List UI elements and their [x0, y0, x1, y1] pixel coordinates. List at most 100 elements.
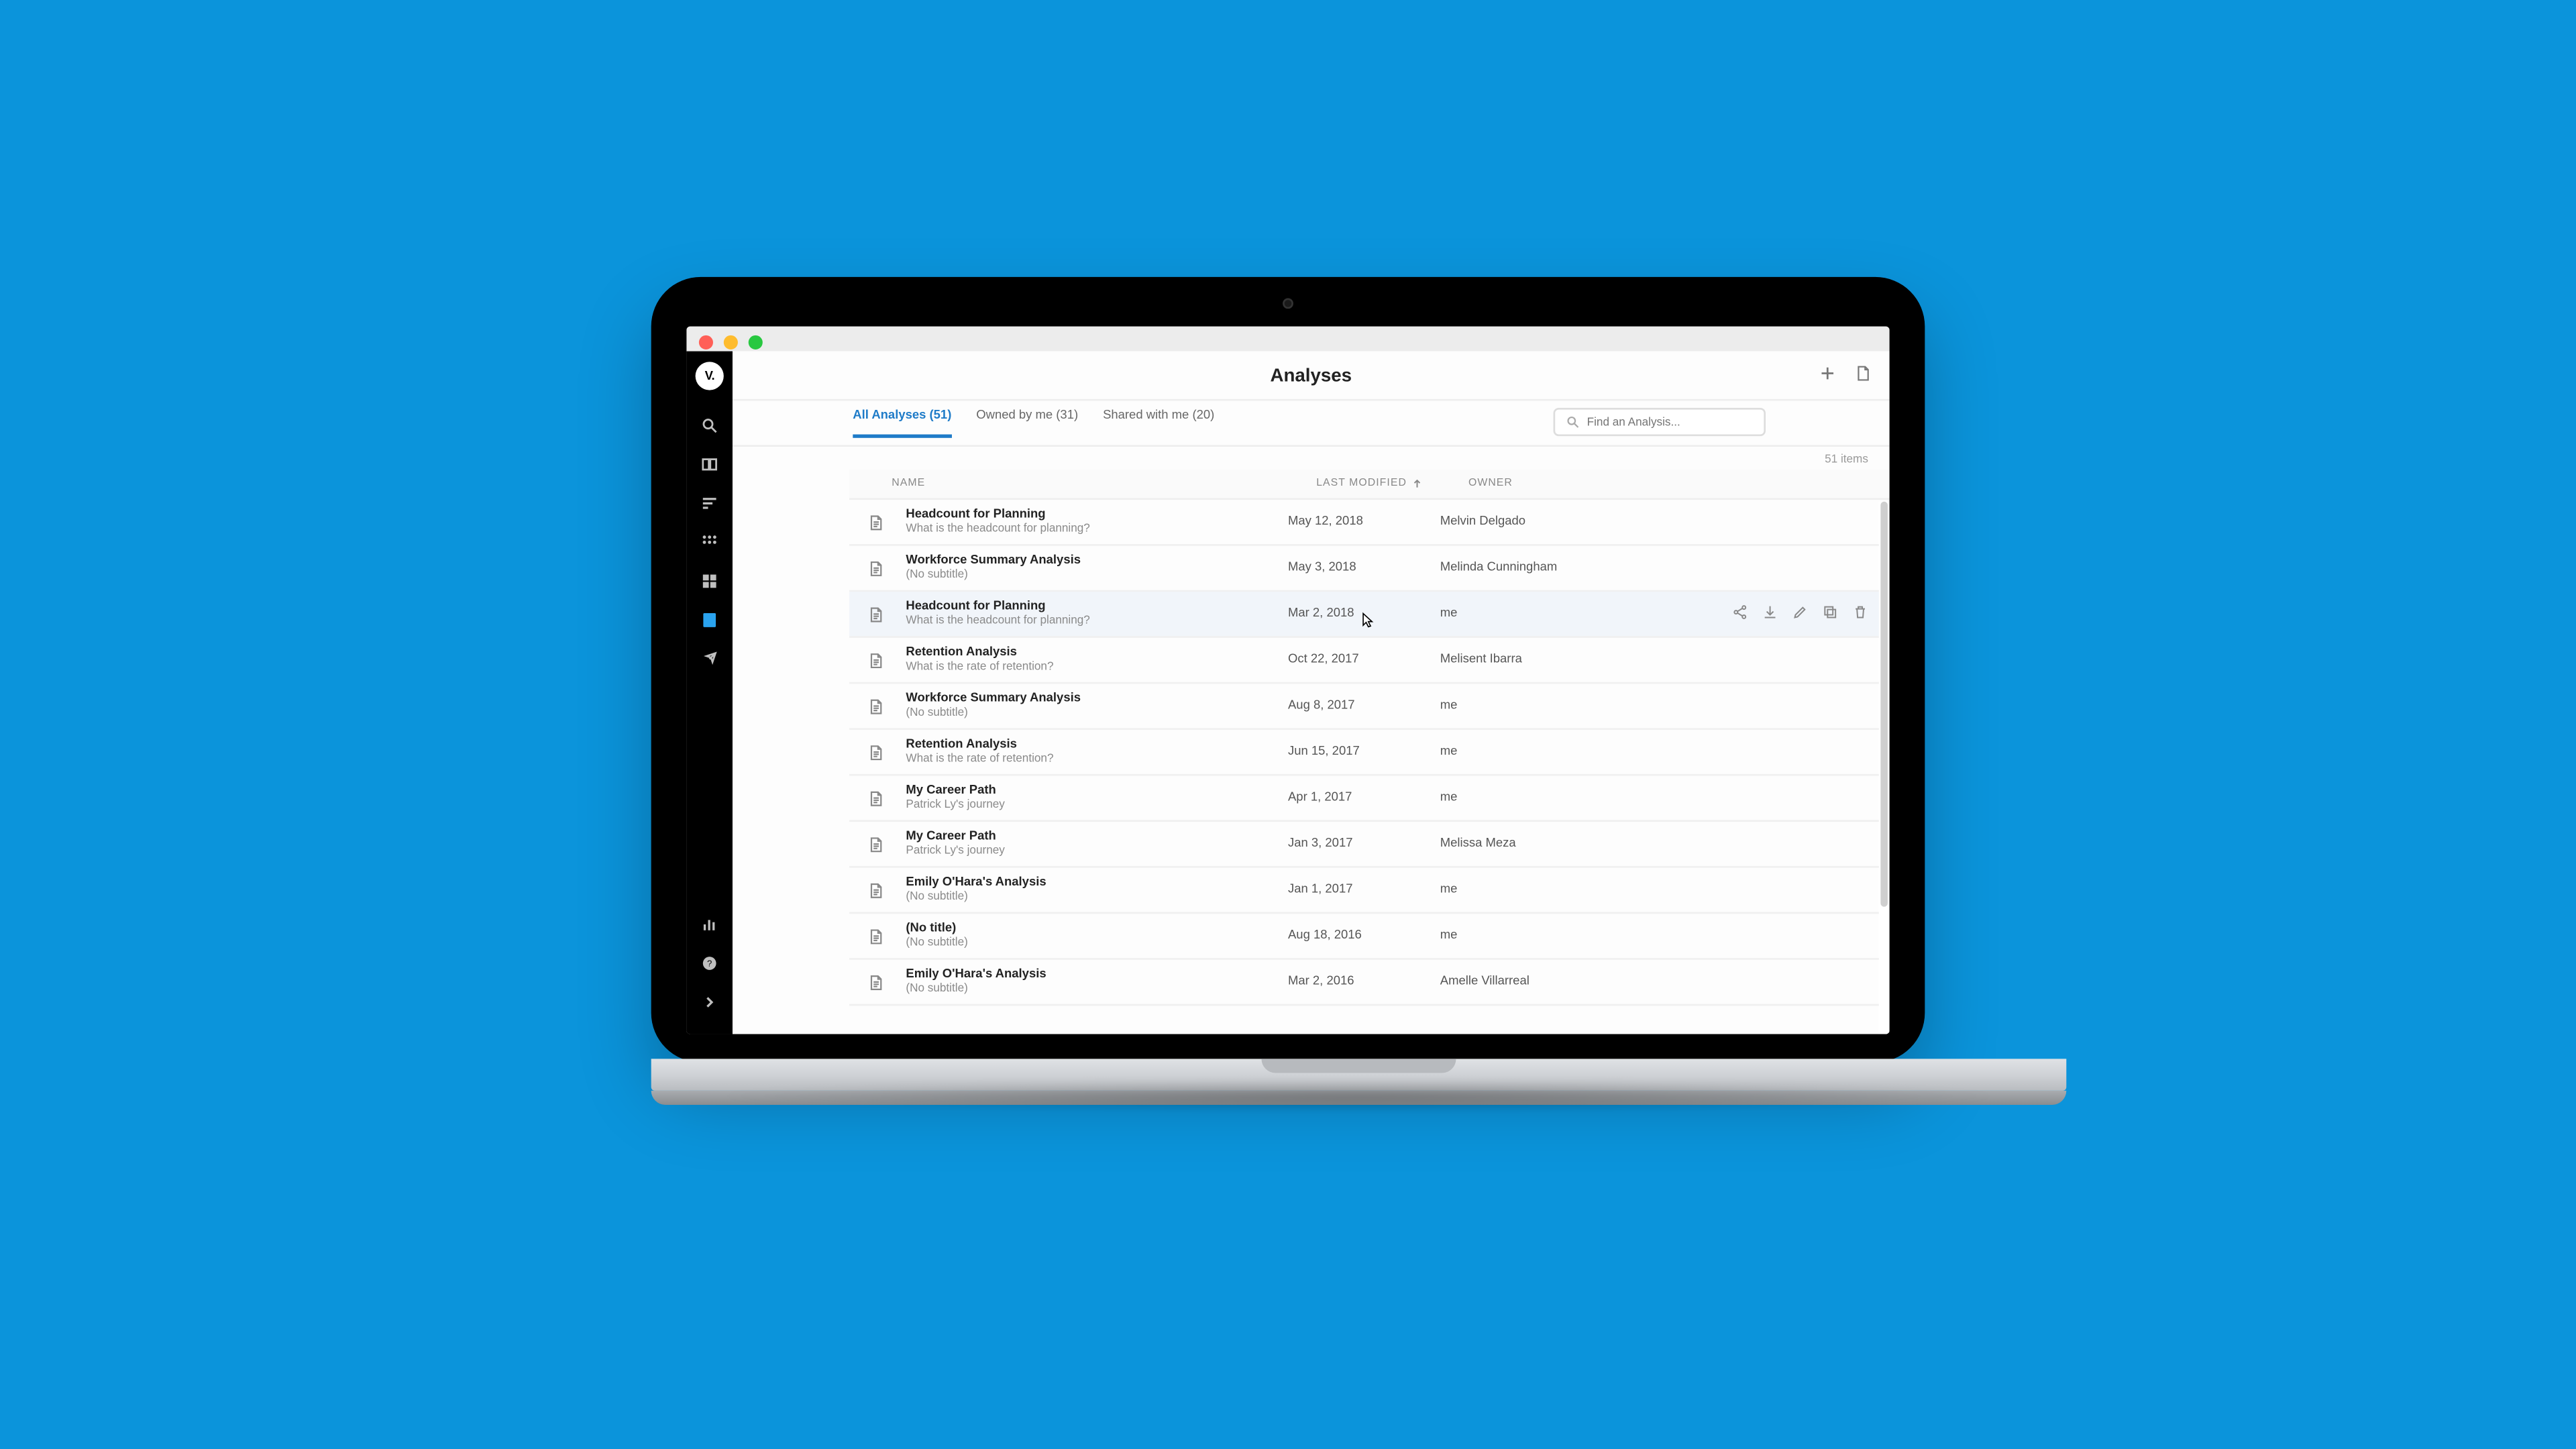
analyses-icon[interactable]	[699, 610, 720, 631]
toolbar: All Analyses (51) Owned by me (31) Share…	[733, 400, 1890, 447]
table-row[interactable]: Workforce Summary Analysis (No subtitle)…	[849, 684, 1890, 730]
filter-tabs: All Analyses (51) Owned by me (31) Share…	[853, 409, 1214, 437]
dashboard-icon[interactable]	[699, 571, 720, 592]
row-title: My Career Path	[906, 830, 1288, 843]
new-doc-icon[interactable]	[1854, 364, 1872, 386]
camera-icon	[1283, 298, 1293, 309]
laptop-base	[651, 1059, 2067, 1090]
tab-owned-by-me[interactable]: Owned by me (31)	[976, 409, 1078, 437]
row-modified: Jun 15, 2017	[1288, 746, 1440, 758]
document-icon	[863, 925, 888, 947]
table-row[interactable]: Emily O'Hara's Analysis (No subtitle) Ma…	[849, 960, 1890, 1006]
analyses-table: NAME LAST MODIFIED OWNER Headcount for P…	[733, 470, 1890, 1034]
row-modified: May 12, 2018	[1288, 516, 1440, 528]
row-title: Retention Analysis	[906, 647, 1288, 659]
row-modified: Mar 2, 2016	[1288, 975, 1440, 987]
row-owner: me	[1440, 746, 1582, 758]
row-owner: me	[1440, 930, 1582, 942]
scrollbar-thumb[interactable]	[1880, 502, 1888, 906]
table-row[interactable]: My Career Path Patrick Ly's journey Apr …	[849, 775, 1890, 822]
minimize-window-button[interactable]	[724, 335, 738, 350]
expand-icon[interactable]	[699, 991, 720, 1013]
row-owner: Melinda Cunningham	[1440, 561, 1582, 574]
sort-asc-icon	[1412, 478, 1423, 489]
window-controls	[699, 335, 763, 350]
screen: V.	[686, 327, 1889, 1034]
row-owner: me	[1440, 883, 1582, 896]
download-icon[interactable]	[1762, 604, 1778, 624]
table-row[interactable]: Retention Analysis What is the rate of r…	[849, 730, 1890, 776]
column-modified-header[interactable]: LAST MODIFIED	[1316, 478, 1468, 489]
table-row[interactable]: Workforce Summary Analysis (No subtitle)…	[849, 546, 1890, 592]
row-subtitle: What is the headcount for planning?	[906, 523, 1288, 535]
row-subtitle: (No subtitle)	[906, 569, 1288, 581]
document-icon	[863, 971, 888, 993]
row-title: Workforce Summary Analysis	[906, 555, 1288, 567]
row-modified: Mar 2, 2018	[1288, 608, 1440, 620]
search-icon[interactable]	[699, 415, 720, 437]
row-owner: Melvin Delgado	[1440, 516, 1582, 528]
delete-icon[interactable]	[1852, 604, 1868, 624]
document-icon	[863, 649, 888, 671]
column-name-header[interactable]: NAME	[892, 478, 1316, 489]
document-icon	[863, 557, 888, 579]
tab-all-analyses[interactable]: All Analyses (51)	[853, 409, 951, 437]
table-row[interactable]: Headcount for Planning What is the headc…	[849, 500, 1890, 546]
row-modified: Oct 22, 2017	[1288, 654, 1440, 666]
row-subtitle: (No subtitle)	[906, 983, 1288, 995]
duplicate-icon[interactable]	[1822, 604, 1838, 624]
document-icon	[863, 511, 888, 533]
app-sidebar: V.	[686, 352, 733, 1034]
row-subtitle: Patrick Ly's journey	[906, 799, 1288, 811]
row-title: Workforce Summary Analysis	[906, 693, 1288, 705]
close-window-button[interactable]	[699, 335, 713, 350]
document-icon	[863, 741, 888, 763]
maximize-window-button[interactable]	[749, 335, 763, 350]
row-subtitle: (No subtitle)	[906, 936, 1288, 949]
row-modified: Jan 1, 2017	[1288, 883, 1440, 896]
row-title: Retention Analysis	[906, 739, 1288, 751]
row-owner: me	[1440, 792, 1582, 804]
search-input[interactable]	[1587, 416, 1754, 428]
row-owner: Melissa Meza	[1440, 838, 1582, 850]
row-subtitle: What is the rate of retention?	[906, 753, 1288, 765]
edit-icon[interactable]	[1792, 604, 1809, 624]
row-subtitle: (No subtitle)	[906, 707, 1288, 719]
share-icon[interactable]	[1732, 604, 1748, 624]
item-count: 51 items	[733, 447, 1890, 470]
laptop-mockup: V.	[651, 277, 1925, 1091]
row-title: Headcount for Planning	[906, 600, 1288, 612]
column-owner-header[interactable]: OWNER	[1468, 478, 1610, 489]
row-title: Emily O'Hara's Analysis	[906, 969, 1288, 981]
capture-icon[interactable]	[699, 649, 720, 670]
pivot-icon[interactable]	[699, 532, 720, 553]
document-icon	[863, 833, 888, 855]
search-field[interactable]	[1554, 408, 1766, 436]
help-icon[interactable]: ?	[699, 953, 720, 974]
sort-descending-icon[interactable]	[699, 493, 720, 515]
table-row[interactable]: Retention Analysis What is the rate of r…	[849, 638, 1890, 684]
scrollbar[interactable]	[1879, 502, 1890, 1034]
tab-shared-with-me[interactable]: Shared with me (20)	[1103, 409, 1214, 437]
avatar[interactable]: V.	[696, 362, 724, 390]
table-row[interactable]: My Career Path Patrick Ly's journey Jan …	[849, 822, 1890, 868]
row-owner: me	[1440, 608, 1582, 620]
table-row[interactable]: (No title) (No subtitle) Aug 18, 2016 me	[849, 914, 1890, 960]
row-modified: Jan 3, 2017	[1288, 838, 1440, 850]
row-owner: Amelle Villarreal	[1440, 975, 1582, 987]
row-owner: Melisent Ibarra	[1440, 654, 1582, 666]
guide-icon[interactable]	[699, 454, 720, 476]
document-icon	[863, 788, 888, 809]
row-subtitle: What is the rate of retention?	[906, 661, 1288, 673]
document-icon	[863, 879, 888, 901]
row-subtitle: Patrick Ly's journey	[906, 845, 1288, 857]
row-subtitle: (No subtitle)	[906, 891, 1288, 903]
row-title: Headcount for Planning	[906, 508, 1288, 521]
table-row[interactable]: Emily O'Hara's Analysis (No subtitle) Ja…	[849, 868, 1890, 914]
chart-icon[interactable]	[699, 914, 720, 935]
table-row[interactable]: Headcount for Planning What is the headc…	[849, 592, 1890, 638]
add-icon[interactable]	[1819, 364, 1836, 386]
page-title: Analyses	[1270, 364, 1352, 386]
row-modified: Aug 8, 2017	[1288, 700, 1440, 712]
search-icon	[1566, 415, 1580, 429]
